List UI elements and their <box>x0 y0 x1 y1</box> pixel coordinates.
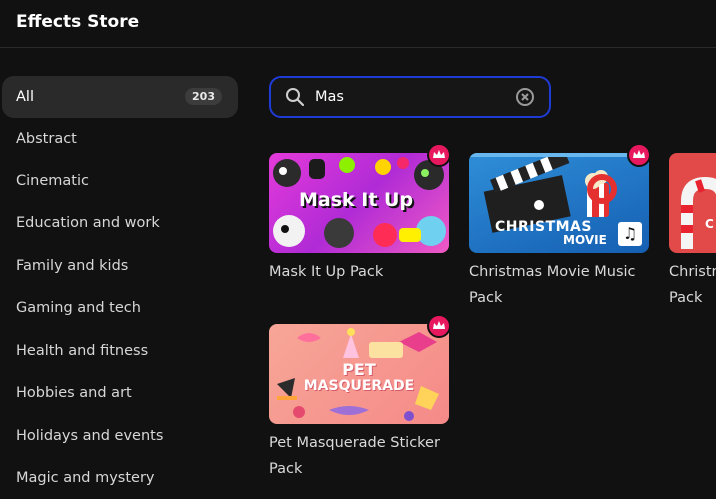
sidebar-item-education-and-work[interactable]: Education and work <box>2 202 238 244</box>
clear-search-icon[interactable] <box>515 87 535 107</box>
sidebar-item-gaming-and-tech[interactable]: Gaming and tech <box>2 287 238 329</box>
card-title: Christm Pack <box>669 264 716 306</box>
search-icon <box>286 88 305 107</box>
card-thumbnail[interactable]: PET MASQUERADE <box>269 324 449 424</box>
card-title: Christmas Movie Music Pack <box>469 264 636 306</box>
card-title: Mask It Up Pack <box>269 264 384 280</box>
sidebar-item-family-and-kids[interactable]: Family and kids <box>2 245 238 287</box>
card-thumbnail[interactable]: CHRISTMAS MOVIE ♫ <box>469 153 649 253</box>
candy-cane-illustration <box>681 176 716 249</box>
sidebar-item-health-and-fitness[interactable]: Health and fitness <box>2 330 238 372</box>
sidebar-item-label: Hobbies and art <box>16 385 132 401</box>
thumbnail-text-2: MASQUERADE <box>303 378 415 394</box>
search-input[interactable] <box>315 86 505 108</box>
premium-crown-icon <box>627 143 651 167</box>
sidebar-item-label: Family and kids <box>16 258 129 274</box>
sidebar-item-label: Magic and mystery <box>16 470 155 486</box>
sidebar-item-label: Cinematic <box>16 173 89 189</box>
sidebar-item-label: All <box>16 89 34 105</box>
thumbnail-text-1: PET <box>342 360 376 379</box>
search-box[interactable] <box>269 76 551 118</box>
effect-card-mask-it-up[interactable]: Mask It Up Mask It Up Pack <box>269 143 451 285</box>
sidebar-item-all[interactable]: All 203 <box>2 76 238 118</box>
card-thumbnail[interactable]: C <box>669 153 716 253</box>
music-note-icon: ♫ <box>618 222 642 246</box>
card-thumbnail[interactable]: Mask It Up <box>269 153 449 253</box>
effect-card-pet-masquerade[interactable]: PET MASQUERADE Pet Masquerade Sticker Pa… <box>269 314 451 482</box>
thumbnail-text: Mask It Up <box>299 189 414 211</box>
sidebar-item-cinematic[interactable]: Cinematic <box>2 160 238 202</box>
sidebar-item-label: Health and fitness <box>16 343 149 359</box>
thumbnail-text-2: MOVIE <box>563 233 607 247</box>
sidebar-item-label: Holidays and events <box>16 428 164 444</box>
sidebar-item-holidays-and-events[interactable]: Holidays and events <box>2 415 238 457</box>
premium-crown-icon <box>427 143 451 167</box>
page-title: Effects Store <box>16 12 140 32</box>
card-title: Pet Masquerade Sticker Pack <box>269 435 440 477</box>
sidebar-item-label: Gaming and tech <box>16 300 141 316</box>
header: Effects Store <box>0 0 716 48</box>
count-badge: 203 <box>185 88 222 105</box>
thumbnail-text: C <box>705 217 714 231</box>
premium-crown-icon <box>427 314 451 338</box>
effect-card-christmas-partial[interactable]: C Christm Pack <box>669 153 716 311</box>
sidebar-item-hobbies-and-art[interactable]: Hobbies and art <box>2 372 238 414</box>
sidebar-item-label: Abstract <box>16 131 77 147</box>
effect-card-christmas-movie-music[interactable]: CHRISTMAS MOVIE ♫ Christmas Movie Music … <box>469 143 651 311</box>
sidebar-item-abstract[interactable]: Abstract <box>2 118 238 160</box>
sidebar-item-label: Education and work <box>16 215 160 231</box>
